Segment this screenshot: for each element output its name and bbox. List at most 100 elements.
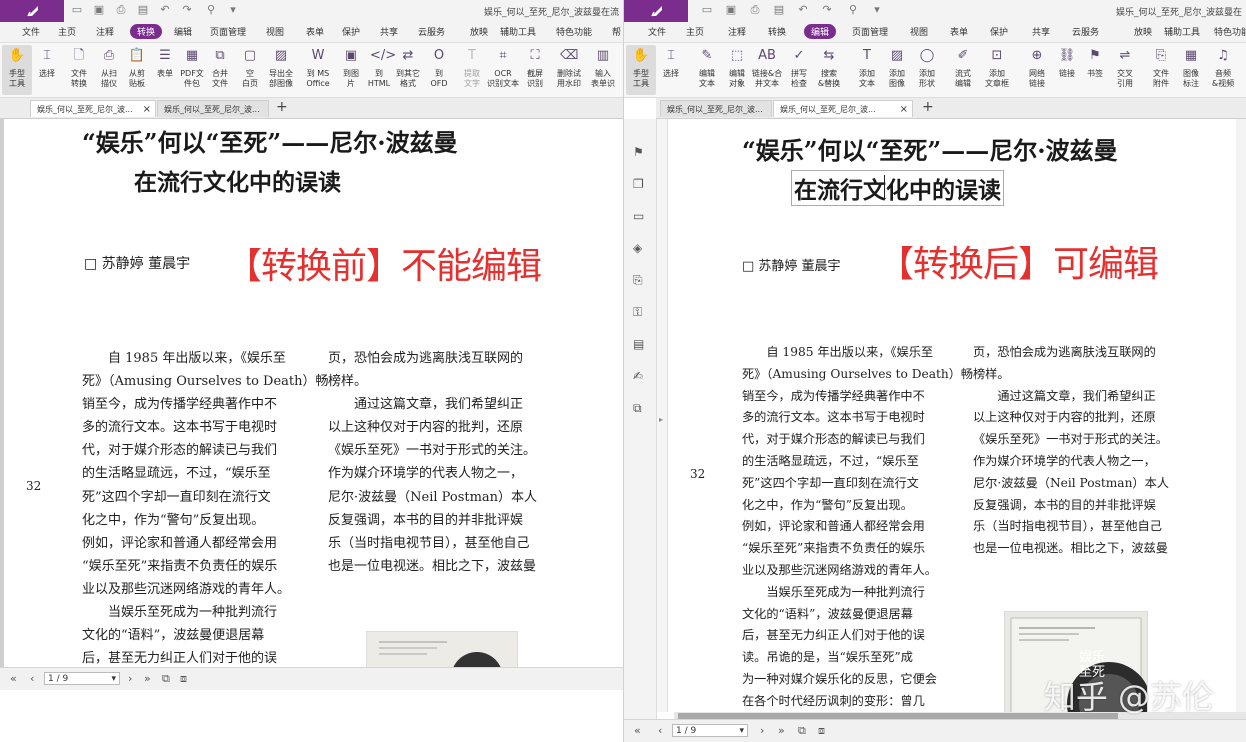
select-tool-button[interactable]: ⌶ 选择 bbox=[32, 45, 62, 95]
continuous-page-icon[interactable]: ⧈ bbox=[818, 724, 825, 738]
search-replace-tool-button[interactable]: ⇆ 搜索 &替换 bbox=[814, 45, 844, 95]
add-shape-tool-button[interactable]: ◯ 添加 形状 bbox=[912, 45, 942, 95]
print-icon[interactable]: ⎙ bbox=[114, 3, 128, 17]
new-tab-icon[interactable]: + bbox=[276, 99, 288, 115]
menu-2[interactable]: 注释 bbox=[96, 25, 114, 38]
article-box-tool-button[interactable]: ⊡ 添加 文章框 bbox=[982, 45, 1012, 95]
menu-10[interactable]: 云服务 bbox=[418, 25, 445, 38]
first-page-icon[interactable]: « bbox=[634, 724, 641, 737]
undo-icon[interactable]: ↶ bbox=[796, 3, 810, 17]
redo-icon[interactable]: ↷ bbox=[820, 3, 834, 17]
sidebar-splitter[interactable]: ▸ bbox=[657, 119, 668, 712]
remove-watermark-tool-button[interactable]: ⌫ 删除试 用水印 bbox=[554, 45, 584, 95]
menu-9[interactable]: 共享 bbox=[1032, 25, 1050, 38]
blank-page-tool-button[interactable]: ▢ 空 白页 bbox=[235, 45, 265, 95]
editable-text-box[interactable]: 在流行文化中的误读 bbox=[791, 170, 1004, 206]
cross-ref-tool-button[interactable]: ⇌ 交叉 引用 bbox=[1110, 45, 1140, 95]
menu-13[interactable]: 特色功能 bbox=[556, 25, 592, 38]
save-icon[interactable]: ▣ bbox=[724, 3, 738, 17]
layers-icon[interactable]: ◈ bbox=[633, 241, 647, 255]
to-other-tool-button[interactable]: ⇄ 到其它 格式 bbox=[393, 45, 423, 95]
menu-2[interactable]: 注释 bbox=[728, 25, 746, 38]
quick-tool-icon[interactable]: ⚲ bbox=[204, 3, 218, 17]
menu-5[interactable]: 页面管理 bbox=[210, 25, 246, 38]
expand-icon[interactable]: ▸ bbox=[659, 415, 663, 424]
new-icon[interactable]: ▤ bbox=[772, 3, 786, 17]
page-number-input[interactable]: 1 / 9 ▾ bbox=[672, 724, 748, 737]
menu-11[interactable]: 放映 bbox=[1134, 25, 1152, 38]
open-icon[interactable]: ▭ bbox=[700, 3, 714, 17]
open-icon[interactable]: ▭ bbox=[70, 3, 84, 17]
close-icon[interactable]: × bbox=[900, 101, 908, 117]
menu-3[interactable]: 转换 bbox=[768, 25, 786, 38]
compare-icon[interactable]: ⧉ bbox=[633, 401, 647, 415]
security-icon[interactable]: ⚿ bbox=[633, 305, 647, 319]
menu-7[interactable]: 表单 bbox=[306, 25, 324, 38]
save-icon[interactable]: ▣ bbox=[92, 3, 106, 17]
link-merge-text-tool-button[interactable]: AB 链接&合 并文本 bbox=[752, 45, 782, 95]
vertical-scrollbar[interactable] bbox=[1236, 119, 1246, 712]
last-page-icon[interactable]: » bbox=[778, 724, 785, 737]
doc-tab[interactable]: 娱乐_何以_至死_尼尔_波... × bbox=[30, 100, 156, 117]
menu-0[interactable]: 文件 bbox=[22, 25, 40, 38]
quick-tool-icon[interactable]: ⚲ bbox=[846, 3, 860, 17]
flow-edit-tool-button[interactable]: ✐ 流式 编辑 bbox=[948, 45, 978, 95]
undo-icon[interactable]: ↶ bbox=[158, 3, 172, 17]
image-annotation-tool-button[interactable]: ▦ 图像 标注 bbox=[1176, 45, 1206, 95]
menu-12[interactable]: 辅助工具 bbox=[500, 25, 536, 38]
menu-6[interactable]: 视图 bbox=[266, 25, 284, 38]
menu-14[interactable]: 帮 bbox=[612, 25, 621, 38]
menu-7[interactable]: 表单 bbox=[950, 25, 968, 38]
customize-icon[interactable]: ▾ bbox=[870, 3, 884, 17]
menu-9[interactable]: 共享 bbox=[380, 25, 398, 38]
redo-icon[interactable]: ↷ bbox=[180, 3, 194, 17]
doc-tab[interactable]: 娱乐_何以_至死_尼尔_波... bbox=[157, 100, 269, 117]
select-tool-button[interactable]: ⌶ 选择 bbox=[656, 45, 686, 95]
extract-text-tool-button[interactable]: T 提取 文字 bbox=[457, 45, 487, 95]
single-page-icon[interactable]: ⧉ bbox=[798, 724, 806, 738]
close-icon[interactable]: × bbox=[143, 101, 151, 117]
screenshot-ocr-tool-button[interactable]: ⛶ 截屏 识别 bbox=[520, 45, 550, 95]
menu-1[interactable]: 主页 bbox=[686, 25, 704, 38]
pages-icon[interactable]: ❐ bbox=[633, 177, 647, 191]
doc-tab[interactable]: 娱乐_何以_至死_尼尔_波... × bbox=[773, 100, 913, 117]
customize-icon[interactable]: ▾ bbox=[226, 3, 240, 17]
audio-video-tool-button[interactable]: ♫ 音频 &视频 bbox=[1208, 45, 1238, 95]
menu-8[interactable]: 保护 bbox=[342, 25, 360, 38]
menu-4[interactable]: 编辑 bbox=[174, 25, 192, 38]
comment-icon[interactable]: ▭ bbox=[633, 209, 647, 223]
export-images-tool-button[interactable]: ▨ 导出全 部图像 bbox=[266, 45, 296, 95]
last-page-icon[interactable]: » bbox=[144, 672, 151, 685]
prev-page-icon[interactable]: ‹ bbox=[30, 672, 34, 685]
to-office-tool-button[interactable]: W到 MS Office bbox=[303, 45, 333, 95]
first-page-icon[interactable]: « bbox=[10, 672, 17, 685]
single-page-icon[interactable]: ⧉ bbox=[162, 672, 170, 686]
fields-icon[interactable]: ▤ bbox=[633, 337, 647, 351]
page-number-input[interactable]: 1 / 9 ▾ bbox=[44, 672, 120, 685]
text-column-left[interactable]: 自 1985 年出版以来，《娱乐至 死》（Amusing Ourselves to… bbox=[742, 342, 973, 712]
menu-6[interactable]: 视图 bbox=[910, 25, 928, 38]
signature-icon[interactable]: ✍ bbox=[633, 369, 647, 383]
ocr-tool-button[interactable]: ⌗ OCR 识别文本 bbox=[487, 45, 519, 95]
new-tab-icon[interactable]: + bbox=[922, 99, 934, 115]
menu-11[interactable]: 放映 bbox=[470, 25, 488, 38]
menu-4[interactable]: 编辑 bbox=[804, 24, 837, 39]
menu-1[interactable]: 主页 bbox=[58, 25, 76, 38]
text-column-right[interactable]: 页，恐怕会成为逃离肤浅互联网的 榜样。 通过这篇文章，我们希望纠正 以上这种仅对于内… bbox=[973, 342, 1169, 560]
menu-12[interactable]: 辅助工具 bbox=[1164, 25, 1200, 38]
menu-13[interactable]: 特色功能 bbox=[1214, 25, 1246, 38]
print-icon[interactable]: ⎙ bbox=[748, 3, 762, 17]
to-ofd-tool-button[interactable]: O到 OFD bbox=[424, 45, 454, 95]
continuous-page-icon[interactable]: ⧈ bbox=[180, 672, 187, 686]
menu-3[interactable]: 转换 bbox=[130, 24, 163, 39]
new-icon[interactable]: ▤ bbox=[136, 3, 150, 17]
bookmark-icon[interactable]: ⚑ bbox=[633, 145, 647, 159]
app-logo[interactable] bbox=[0, 0, 64, 22]
next-page-icon[interactable]: › bbox=[760, 724, 764, 737]
form-recognize-tool-button[interactable]: ▥ 输入 表单识 bbox=[588, 45, 618, 95]
prev-page-icon[interactable]: ‹ bbox=[658, 724, 662, 737]
menu-8[interactable]: 保护 bbox=[990, 25, 1008, 38]
attachment-icon[interactable]: ⎘ bbox=[633, 273, 647, 287]
app-logo[interactable] bbox=[624, 0, 688, 22]
next-page-icon[interactable]: › bbox=[128, 672, 132, 685]
